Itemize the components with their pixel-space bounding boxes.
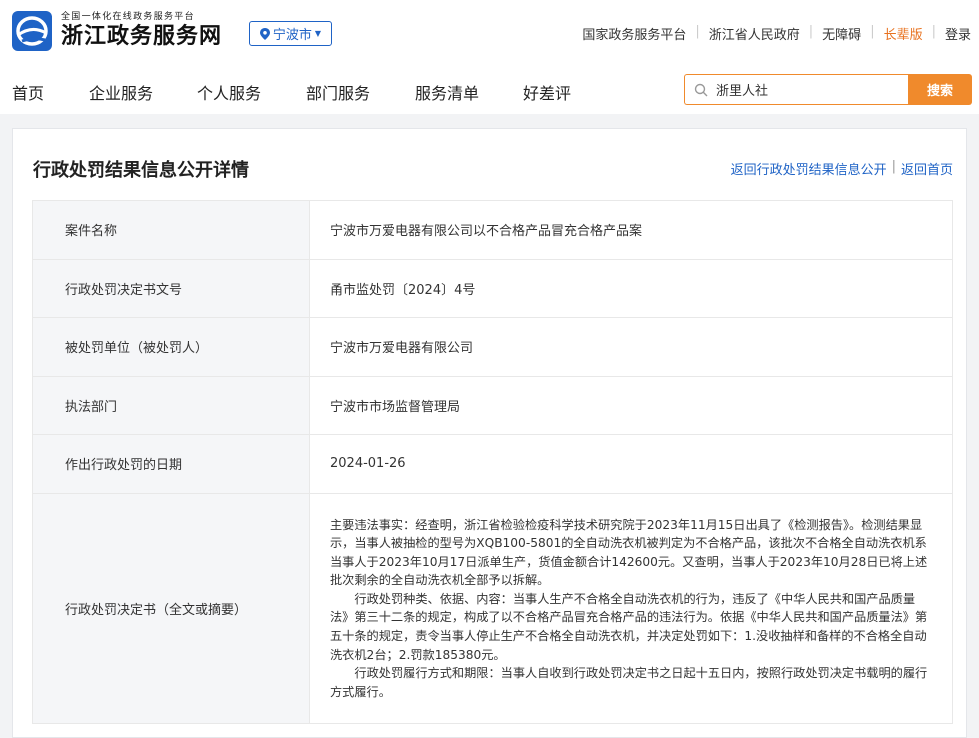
row-label: 行政处罚决定书文号 — [33, 259, 310, 317]
caret-down-icon: ▼ — [314, 29, 322, 38]
city-selector[interactable]: 宁波市 ▼ — [249, 21, 332, 46]
link-national-platform[interactable]: 国家政务服务平台 — [573, 24, 695, 43]
nav-service-list[interactable]: 服务清单 — [415, 80, 479, 104]
login-link[interactable]: 登录 — [936, 24, 971, 43]
detail-table: 案件名称 宁波市万爱电器有限公司以不合格产品冒充合格产品案 行政处罚决定书文号 … — [32, 200, 953, 724]
search-input[interactable] — [716, 82, 896, 97]
table-row: 执法部门 宁波市市场监督管理局 — [32, 376, 953, 435]
nav-enterprise-services[interactable]: 企业服务 — [89, 80, 153, 104]
row-value: 宁波市市场监督管理局 — [330, 399, 461, 415]
back-to-list-link[interactable]: 返回行政处罚结果信息公开 — [731, 159, 887, 178]
divider: | — [891, 159, 896, 174]
nav-department-services[interactable]: 部门服务 — [306, 80, 370, 104]
row-label: 作出行政处罚的日期 — [33, 435, 310, 493]
table-row: 被处罚单位（被处罚人） 宁波市万爱电器有限公司 — [32, 318, 953, 377]
back-home-link[interactable]: 返回首页 — [901, 159, 953, 178]
page-title: 行政处罚结果信息公开详情 — [33, 160, 249, 181]
table-row: 案件名称 宁波市万爱电器有限公司以不合格产品冒充合格产品案 — [32, 201, 953, 260]
row-label: 被处罚单位（被处罚人） — [33, 318, 310, 376]
city-name: 宁波市 — [272, 28, 312, 43]
link-provincial-government[interactable]: 浙江省人民政府 — [700, 24, 809, 43]
row-value: 宁波市万爱电器有限公司以不合格产品冒充合格产品案 — [330, 224, 643, 240]
link-elder-version[interactable]: 长辈版 — [875, 24, 932, 43]
table-row-decision: 行政处罚决定书（全文或摘要） 主要违法事实：经查明，浙江省检验检疫科学技术研究院… — [32, 493, 953, 724]
table-row: 作出行政处罚的日期 2024-01-26 — [32, 435, 953, 494]
logo-icon — [12, 11, 52, 51]
decision-paragraph-fulfillment: 行政处罚履行方式和期限：当事人自收到行政处罚决定书之日起十五日内，按照行政处罚决… — [330, 666, 928, 699]
logo-title: 浙江政务服务网 — [61, 23, 223, 49]
site-logo[interactable]: 全国一体化在线政务服务平台 浙江政务服务网 — [12, 11, 222, 51]
row-value: 2024-01-26 — [330, 456, 406, 472]
main-nav: 首页 企业服务 个人服务 部门服务 服务清单 好差评 搜索 — [0, 62, 979, 114]
table-row: 行政处罚决定书文号 甬市监处罚〔2024〕4号 — [32, 259, 953, 318]
row-label: 行政处罚决定书（全文或摘要） — [33, 493, 310, 723]
location-pin-icon — [259, 27, 270, 40]
logo-subtitle: 全国一体化在线政务服务平台 — [61, 12, 195, 22]
panel-links: 返回行政处罚结果信息公开 | 返回首页 — [731, 159, 953, 178]
search-icon — [694, 83, 708, 96]
link-accessibility[interactable]: 无障碍 — [813, 24, 870, 43]
top-header: 全国一体化在线政务服务平台 浙江政务服务网 宁波市 ▼ 国家政务服务平台 | 浙… — [0, 0, 979, 62]
nav-evaluation[interactable]: 好差评 — [523, 80, 571, 104]
decision-text: 主要违法事实：经查明，浙江省检验检疫科学技术研究院于2023年11月15日出具了… — [310, 494, 952, 723]
search-button[interactable]: 搜索 — [908, 74, 972, 105]
nav-personal-services[interactable]: 个人服务 — [197, 80, 261, 104]
decision-paragraph-penalty: 行政处罚种类、依据、内容：当事人生产不合格全自动洗衣机的行为，违反了《中华人民共… — [330, 591, 928, 662]
row-value: 甬市监处罚〔2024〕4号 — [330, 282, 476, 298]
search-box[interactable] — [684, 74, 908, 105]
row-value: 宁波市万爱电器有限公司 — [330, 341, 474, 357]
row-label: 执法部门 — [33, 376, 310, 434]
nav-home[interactable]: 首页 — [12, 80, 44, 104]
top-links: 国家政务服务平台 | 浙江省人民政府 | 无障碍 | 长辈版 | 登录 — [573, 24, 971, 43]
detail-panel: 行政处罚结果信息公开详情 返回行政处罚结果信息公开 | 返回首页 案件名称 宁波… — [12, 128, 967, 738]
decision-paragraph-facts: 主要违法事实：经查明，浙江省检验检疫科学技术研究院于2023年11月15日出具了… — [330, 517, 928, 588]
row-label: 案件名称 — [33, 201, 310, 259]
